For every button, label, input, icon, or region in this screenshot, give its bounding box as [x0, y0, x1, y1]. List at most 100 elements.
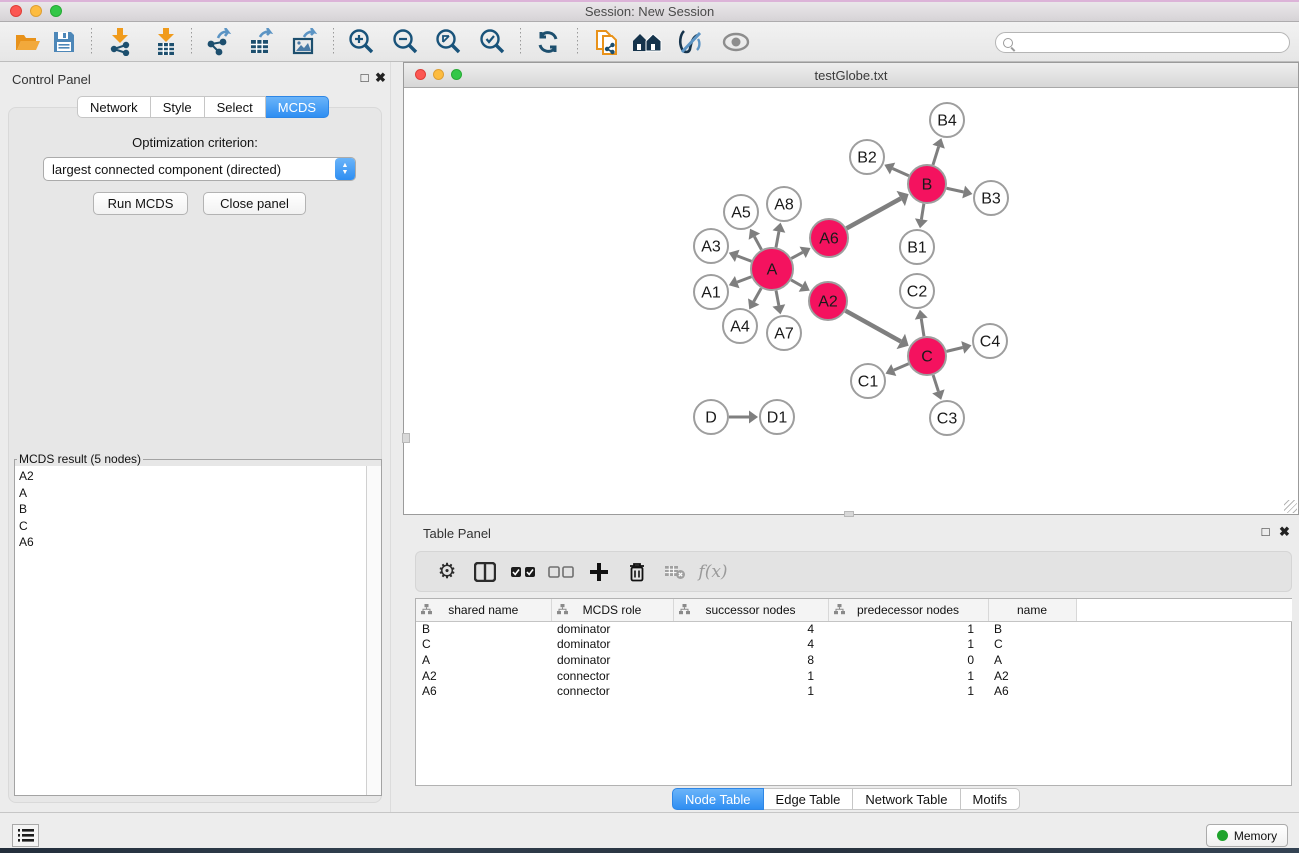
- cell-predecessor-nodes[interactable]: 1: [828, 668, 988, 684]
- column-header-MCDS-role[interactable]: MCDS role: [551, 599, 673, 621]
- tab-style[interactable]: Style: [151, 96, 205, 118]
- select-all-columns-icon[interactable]: [504, 555, 542, 589]
- tab-network-table[interactable]: Network Table: [853, 788, 960, 810]
- cell-predecessor-nodes[interactable]: 1: [828, 621, 988, 637]
- eye-icon[interactable]: [718, 26, 754, 58]
- cell-name[interactable]: A6: [988, 683, 1076, 699]
- cell-MCDS-role[interactable]: connector: [551, 668, 673, 684]
- tab-node-table[interactable]: Node Table: [672, 788, 764, 810]
- task-history-button[interactable]: [12, 824, 39, 847]
- column-header-shared-name[interactable]: shared name: [416, 599, 551, 621]
- float-table-panel-icon[interactable]: □: [1259, 525, 1272, 538]
- edge-A-A3[interactable]: [737, 256, 751, 261]
- window-resize-grip[interactable]: [1284, 500, 1297, 513]
- edge-A-A8[interactable]: [776, 232, 779, 248]
- edge-A-A6[interactable]: [791, 252, 802, 258]
- memory-button[interactable]: Memory: [1206, 824, 1288, 847]
- open-file-icon[interactable]: [10, 26, 46, 58]
- close-panel-icon[interactable]: ✖: [374, 71, 387, 84]
- cell-shared-name[interactable]: B: [416, 621, 551, 637]
- function-builder-icon[interactable]: f(x): [694, 555, 732, 589]
- network-canvas[interactable]: B4B2BB3A8A5A6A3B1AC2A1A2A4A7C4CC1DD1C3: [404, 88, 1298, 514]
- cell-MCDS-role[interactable]: dominator: [551, 652, 673, 668]
- import-network-icon[interactable]: [102, 26, 138, 58]
- table-settings-icon[interactable]: ⚙: [428, 555, 466, 589]
- cell-shared-name[interactable]: C: [416, 637, 551, 653]
- edge-A6-B[interactable]: [847, 198, 901, 228]
- zoom-selected-icon[interactable]: [474, 26, 510, 58]
- edge-A-A2[interactable]: [791, 280, 802, 286]
- edge-C-C3[interactable]: [933, 375, 938, 391]
- cell-name[interactable]: C: [988, 637, 1076, 653]
- cell-successor-nodes[interactable]: 8: [673, 652, 828, 668]
- node-table[interactable]: shared nameMCDS rolesuccessor nodesprede…: [415, 598, 1292, 786]
- tab-mcds[interactable]: MCDS: [266, 96, 329, 118]
- table-row[interactable]: A2connector11A2: [416, 668, 1292, 684]
- create-column-icon[interactable]: [580, 555, 618, 589]
- cell-shared-name[interactable]: A: [416, 652, 551, 668]
- run-mcds-button[interactable]: Run MCDS: [93, 192, 188, 215]
- edge-A-A5[interactable]: [754, 237, 761, 250]
- cell-successor-nodes[interactable]: 1: [673, 668, 828, 684]
- cell-successor-nodes[interactable]: 1: [673, 683, 828, 699]
- search-input[interactable]: [1013, 34, 1289, 51]
- unselect-all-columns-icon[interactable]: [542, 555, 580, 589]
- network-overview-icon[interactable]: [629, 26, 665, 58]
- table-row[interactable]: Adominator80A: [416, 652, 1292, 668]
- edge-C-C2[interactable]: [921, 319, 924, 337]
- tab-select[interactable]: Select: [205, 96, 266, 118]
- cell-name[interactable]: A2: [988, 668, 1076, 684]
- delete-column-icon[interactable]: [618, 555, 656, 589]
- table-row[interactable]: Bdominator41B: [416, 621, 1292, 637]
- result-list-item[interactable]: A6: [19, 534, 366, 551]
- mcds-result-list[interactable]: A2ABCA6: [15, 466, 381, 795]
- show-columns-icon[interactable]: [466, 555, 504, 589]
- tab-motifs[interactable]: Motifs: [961, 788, 1021, 810]
- edge-B-B1[interactable]: [921, 204, 923, 220]
- edge-A-A7[interactable]: [776, 291, 779, 306]
- edge-B-B2[interactable]: [893, 168, 909, 175]
- zoom-fit-icon[interactable]: [430, 26, 466, 58]
- toggle-graphics-details-icon[interactable]: [672, 26, 708, 58]
- cell-name[interactable]: B: [988, 621, 1076, 637]
- cell-MCDS-role[interactable]: dominator: [551, 621, 673, 637]
- result-list-item[interactable]: A: [19, 485, 366, 502]
- clone-network-icon[interactable]: [589, 26, 625, 58]
- cell-MCDS-role[interactable]: connector: [551, 683, 673, 699]
- cell-shared-name[interactable]: A6: [416, 683, 551, 699]
- search-box[interactable]: [995, 32, 1290, 53]
- edge-B-B4[interactable]: [933, 147, 939, 165]
- cell-predecessor-nodes[interactable]: 1: [828, 637, 988, 653]
- edge-A-A1[interactable]: [737, 277, 751, 282]
- cell-shared-name[interactable]: A2: [416, 668, 551, 684]
- table-row[interactable]: Cdominator41C: [416, 637, 1292, 653]
- canvas-left-handle[interactable]: [402, 433, 410, 443]
- refresh-icon[interactable]: [530, 26, 566, 58]
- close-table-panel-icon[interactable]: ✖: [1278, 525, 1291, 538]
- cell-MCDS-role[interactable]: dominator: [551, 637, 673, 653]
- cell-successor-nodes[interactable]: 4: [673, 637, 828, 653]
- import-table-icon[interactable]: [148, 26, 184, 58]
- tab-edge-table[interactable]: Edge Table: [764, 788, 854, 810]
- result-list-item[interactable]: A2: [19, 468, 366, 485]
- close-panel-button[interactable]: Close panel: [203, 192, 306, 215]
- criterion-dropdown[interactable]: largest connected component (directed) ▲…: [43, 157, 356, 181]
- cell-predecessor-nodes[interactable]: 0: [828, 652, 988, 668]
- edge-C-C4[interactable]: [946, 347, 962, 351]
- column-header-predecessor-nodes[interactable]: predecessor nodes: [828, 599, 988, 621]
- cell-name[interactable]: A: [988, 652, 1076, 668]
- export-table-icon[interactable]: [243, 26, 279, 58]
- edge-C-C1[interactable]: [894, 364, 909, 370]
- cell-successor-nodes[interactable]: 4: [673, 621, 828, 637]
- table-row[interactable]: A6connector11A6: [416, 683, 1292, 699]
- column-header-name[interactable]: name: [988, 599, 1076, 621]
- zoom-in-icon[interactable]: [343, 26, 379, 58]
- canvas-bottom-handle[interactable]: [844, 511, 854, 517]
- column-header-successor-nodes[interactable]: successor nodes: [673, 599, 828, 621]
- result-list-scrollbar[interactable]: [366, 466, 381, 795]
- result-list-item[interactable]: C: [19, 518, 366, 535]
- cell-predecessor-nodes[interactable]: 1: [828, 683, 988, 699]
- edge-A-A4[interactable]: [754, 288, 762, 301]
- zoom-out-icon[interactable]: [387, 26, 423, 58]
- save-session-icon[interactable]: [46, 26, 82, 58]
